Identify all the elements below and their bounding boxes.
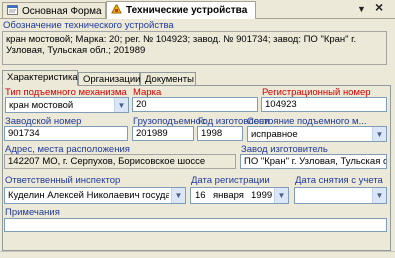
chevron-down-icon[interactable]: ▼ bbox=[372, 127, 386, 141]
inspector-label: Ответственный инспектор bbox=[5, 175, 121, 186]
tab-tech-devices-label: Технические устройства bbox=[126, 5, 248, 16]
reg-date-picker[interactable]: 16 января 1999 ▼ bbox=[190, 187, 289, 204]
chevron-down-icon[interactable]: ▼ bbox=[372, 188, 386, 203]
tab-characteristics[interactable]: Характеристика bbox=[2, 70, 78, 86]
reg-date-month: января bbox=[213, 190, 244, 201]
devices-icon bbox=[111, 4, 122, 14]
notes-input[interactable] bbox=[4, 218, 387, 232]
tab-main-form[interactable]: Основная Форма bbox=[2, 2, 106, 18]
notes-label: Примечания bbox=[5, 207, 60, 218]
form-icon bbox=[7, 5, 18, 15]
brand-input[interactable]: 20 bbox=[132, 97, 258, 112]
inspector-select[interactable]: Куделин Алексей Николаевич государст ▼ bbox=[4, 187, 186, 204]
lift-type-value: кран мостовой bbox=[9, 100, 74, 111]
tabs-dropdown-icon[interactable]: ▼ bbox=[357, 3, 366, 15]
reg-date-label: Дата регистрации bbox=[191, 175, 270, 186]
state-select[interactable]: исправное ▼ bbox=[247, 126, 387, 142]
reg-date-day: 16 bbox=[195, 190, 206, 201]
capacity-input[interactable]: 201989 bbox=[132, 126, 194, 141]
state-value: исправное bbox=[251, 129, 298, 140]
device-designation-field[interactable]: кран мостовой; Марка: 20; рег. № 104923;… bbox=[2, 31, 387, 65]
manufacturer-input[interactable]: ПО "Кран" г. Узловая, Тульская обл bbox=[240, 154, 387, 169]
reg-number-input[interactable]: 104923 bbox=[261, 97, 387, 112]
removal-date-label: Дата снятия с учета bbox=[295, 175, 383, 186]
removal-date-picker[interactable]: ▼ bbox=[294, 187, 387, 204]
chevron-down-icon[interactable]: ▼ bbox=[274, 188, 288, 203]
chevron-down-icon[interactable]: ▼ bbox=[114, 98, 128, 112]
tab-documents[interactable]: Документы bbox=[140, 72, 196, 86]
address-input[interactable]: 142207 МО, г. Серпухов, Борисовское шосс… bbox=[4, 154, 236, 169]
factory-number-input[interactable]: 901734 bbox=[4, 126, 128, 141]
chevron-down-icon[interactable]: ▼ bbox=[171, 188, 185, 203]
close-icon[interactable]: × bbox=[375, 0, 383, 14]
device-designation-label: Обозначение технического устройства bbox=[3, 20, 174, 31]
tab-organizations[interactable]: Организации bbox=[78, 72, 140, 86]
lift-type-select[interactable]: кран мостовой ▼ bbox=[5, 97, 129, 113]
year-input[interactable]: 1998 bbox=[197, 126, 243, 141]
reg-date-year: 1999 bbox=[251, 190, 273, 201]
inspector-value: Куделин Алексей Николаевич государст bbox=[8, 190, 169, 201]
tab-tech-devices[interactable]: Технические устройства bbox=[106, 1, 256, 19]
tab-main-form-label: Основная Форма bbox=[22, 6, 102, 17]
